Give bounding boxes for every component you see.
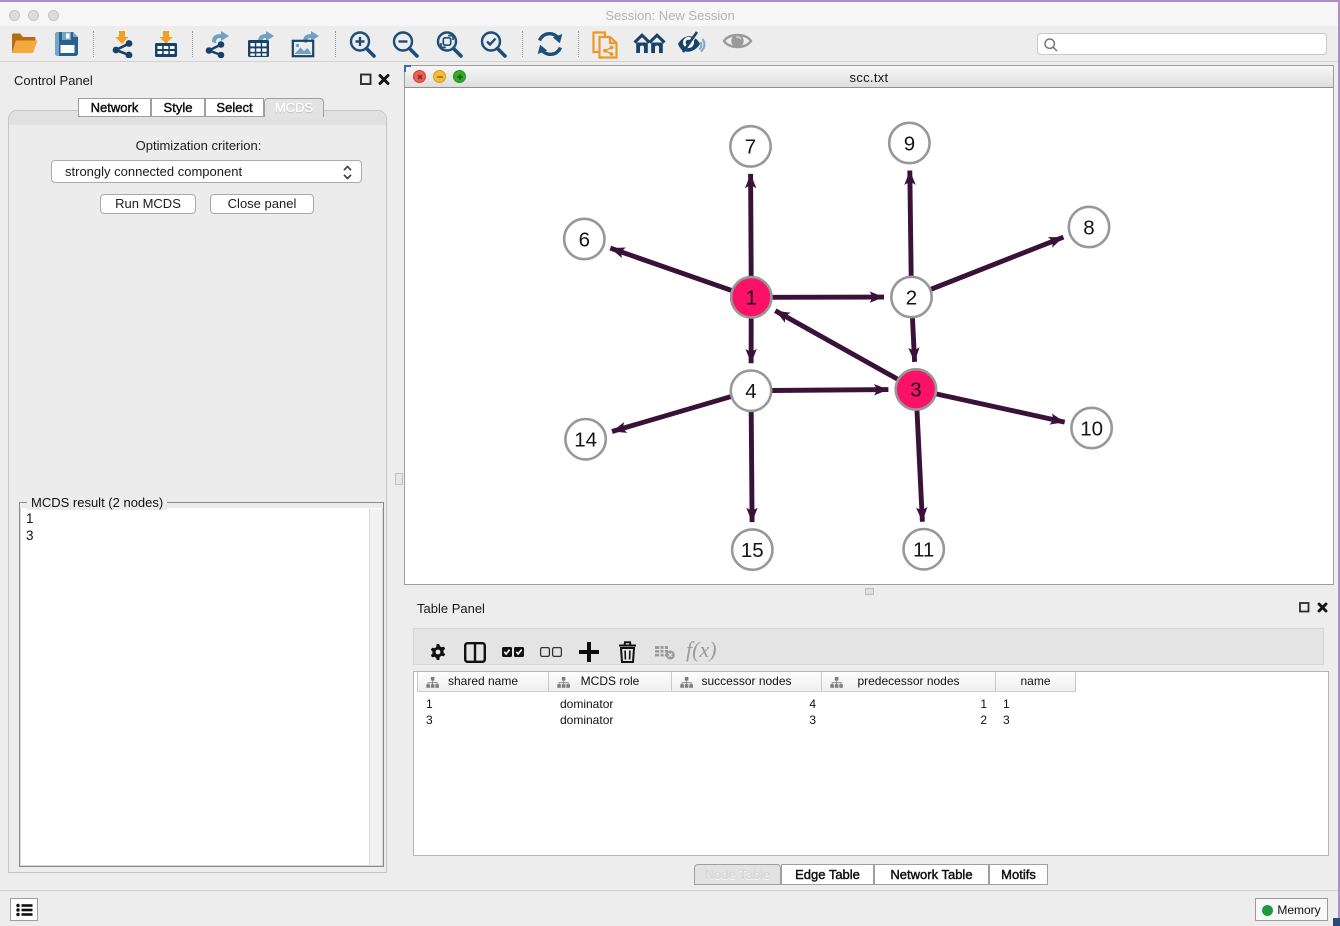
svg-text:11: 11 bbox=[913, 539, 934, 562]
svg-text:9: 9 bbox=[904, 132, 915, 155]
svg-text:1: 1 bbox=[746, 287, 757, 310]
svg-text:8: 8 bbox=[1083, 216, 1094, 239]
svg-text:10: 10 bbox=[1080, 417, 1103, 440]
svg-text:2: 2 bbox=[906, 286, 917, 309]
svg-text:7: 7 bbox=[745, 136, 756, 159]
svg-text:15: 15 bbox=[741, 539, 764, 562]
svg-text:3: 3 bbox=[910, 379, 921, 402]
svg-text:4: 4 bbox=[745, 380, 756, 403]
svg-text:14: 14 bbox=[574, 429, 597, 452]
svg-text:6: 6 bbox=[579, 228, 590, 251]
